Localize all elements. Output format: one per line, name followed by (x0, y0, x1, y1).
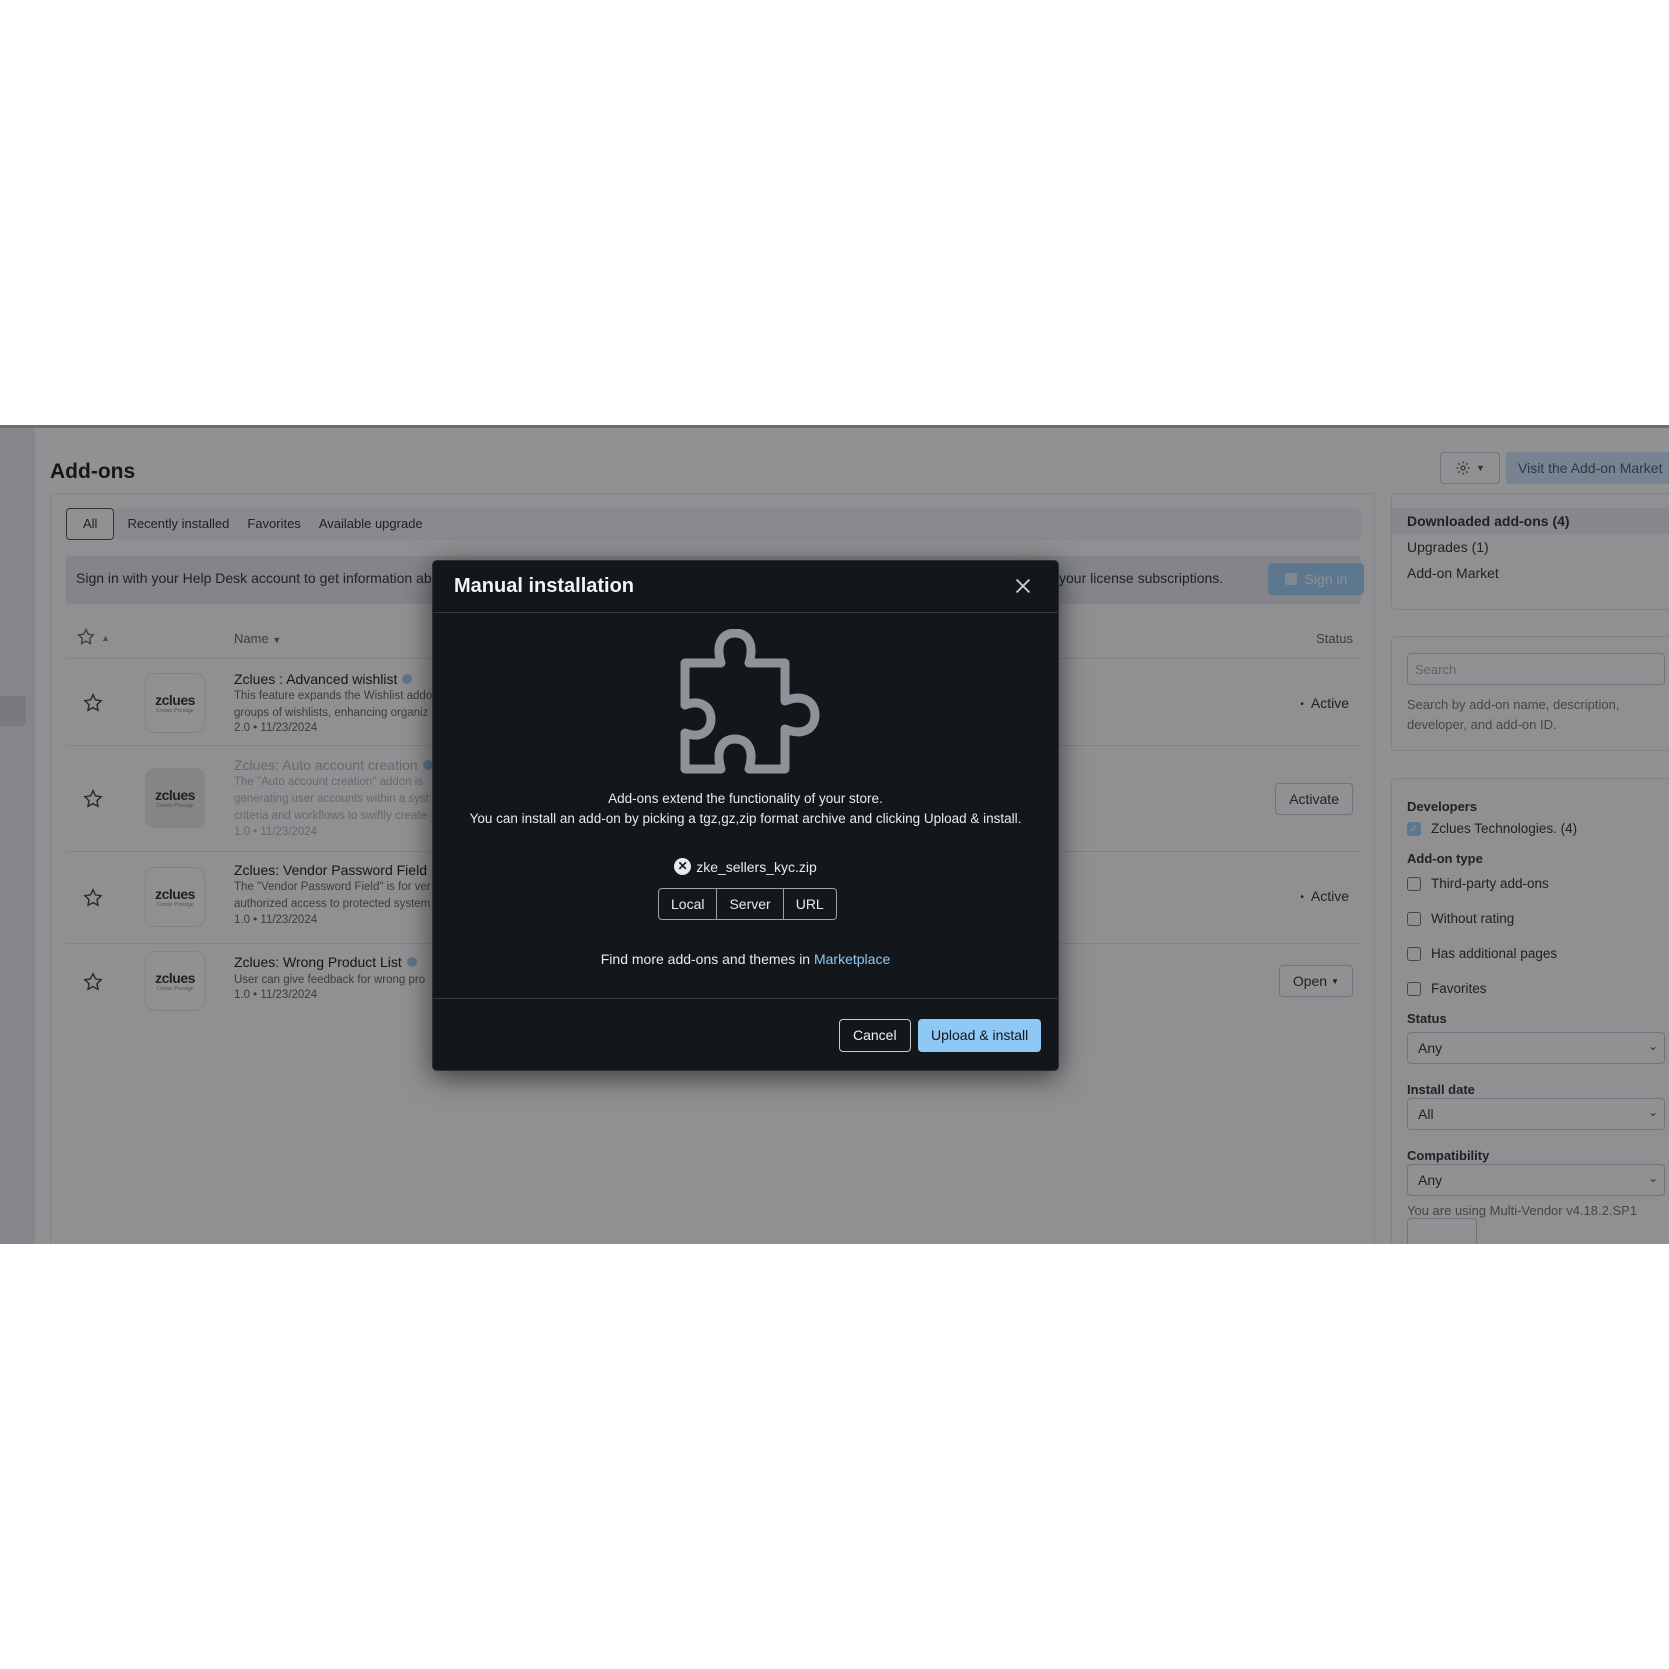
modal-title: Manual installation (454, 575, 635, 597)
source-server-button[interactable]: Server (717, 889, 784, 919)
file-name: zke_sellers_kyc.zip (696, 858, 817, 875)
source-url-button[interactable]: URL (784, 889, 836, 919)
admin-app: Add-ons ▼ Visit the Add-on Market All Re… (0, 425, 1669, 1244)
modal-intro: Add-ons extend the functionality of your… (469, 791, 1022, 826)
modal-footer: Cancel Upload & install (433, 998, 1058, 1072)
upload-install-button[interactable]: Upload & install (918, 1019, 1042, 1052)
remove-file-icon[interactable]: ✕ (674, 858, 692, 875)
marketplace-link[interactable]: Marketplace (814, 951, 890, 967)
modal-header: Manual installation (433, 561, 1058, 613)
source-local-button[interactable]: Local (659, 889, 718, 919)
cancel-button[interactable]: Cancel (839, 1019, 911, 1052)
close-icon[interactable] (1012, 575, 1034, 597)
source-button-group: Local Server URL (658, 888, 837, 920)
manual-installation-dialog: Manual installation Add-ons extend the f… (432, 560, 1059, 1071)
puzzle-icon (680, 629, 820, 774)
find-more-text: Find more add-ons and themes in Marketpl… (600, 951, 891, 967)
selected-file: ✕ zke_sellers_kyc.zip (433, 858, 1058, 875)
